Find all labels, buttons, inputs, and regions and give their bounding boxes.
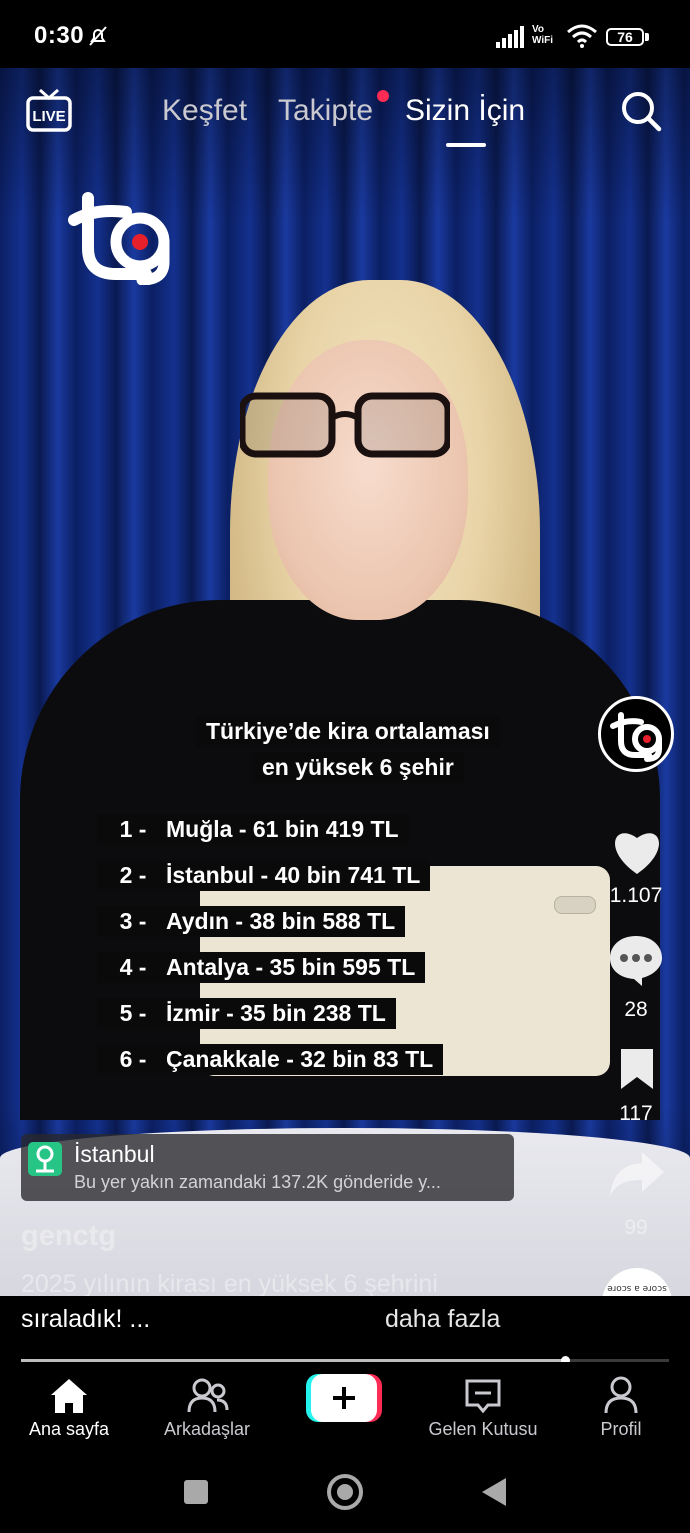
inbox-icon[interactable] — [464, 1378, 502, 1414]
wifi-icon — [567, 24, 597, 48]
nav-inbox-label[interactable]: Gelen Kutusu — [413, 1419, 553, 1440]
tab-explore[interactable]: Keşfet — [162, 94, 247, 128]
rank-entry: İzmir - 35 bin 238 TL — [156, 998, 396, 1029]
friends-icon[interactable] — [187, 1378, 229, 1414]
following-notification-dot — [377, 90, 389, 102]
comment-count: 28 — [624, 998, 648, 1021]
creator-username[interactable]: genctg — [21, 1220, 116, 1253]
presenter-glasses — [240, 392, 450, 458]
heart-icon[interactable] — [610, 826, 664, 876]
comment-icon[interactable] — [608, 934, 664, 986]
presenter-face — [268, 340, 468, 620]
recents-button[interactable] — [184, 1480, 208, 1504]
location-title: İstanbul — [74, 1141, 155, 1167]
creator-avatar[interactable] — [598, 696, 674, 772]
share-icon[interactable] — [608, 1150, 666, 1198]
vowifi-label: Vo WiFi — [532, 24, 554, 46]
bell-muted-icon — [89, 26, 107, 46]
status-time: 0:30 — [34, 22, 85, 49]
tg-logo-watermark — [68, 192, 170, 285]
location-pin-icon — [28, 1142, 62, 1176]
back-button[interactable] — [482, 1478, 506, 1506]
show-more-link[interactable]: daha fazla — [385, 1305, 500, 1334]
caption-line2: sıraladık! ... — [21, 1305, 151, 1333]
tablet-camera — [554, 896, 596, 914]
overlay-title-line1: Türkiye’de kira ortalaması — [196, 716, 500, 747]
rank-entry: Çanakkale - 32 bin 83 TL — [156, 1044, 444, 1075]
home-system-button-dot — [337, 1484, 353, 1500]
location-subtitle: Bu yer yakın zamandaki 137.2K gönderide … — [74, 1172, 441, 1192]
caption-line1: 2025 yılının kirası en yüksek 6 şehrini — [21, 1270, 438, 1298]
svg-text:score a score: score a score — [607, 1283, 667, 1293]
overlay-title-line2: en yüksek 6 şehir — [252, 752, 464, 783]
bookmark-icon[interactable] — [618, 1046, 656, 1092]
home-icon[interactable] — [49, 1377, 89, 1415]
nav-home-label[interactable]: Ana sayfa — [0, 1419, 139, 1440]
bookmark-count: 117 — [619, 1102, 653, 1125]
battery-tip — [645, 33, 649, 41]
rank-entry: İstanbul - 40 bin 741 TL — [156, 860, 431, 891]
svg-text:LIVE: LIVE — [32, 108, 65, 125]
active-tab-indicator — [446, 143, 486, 147]
live-icon[interactable]: LIVE — [26, 88, 72, 132]
search-icon[interactable] — [620, 90, 662, 132]
tg-logo-icon — [610, 712, 662, 762]
share-count: 99 — [624, 1216, 648, 1239]
tab-for-you[interactable]: Sizin İçin — [405, 94, 525, 128]
nav-profile-label[interactable]: Profil — [551, 1419, 690, 1440]
nav-friends-label[interactable]: Arkadaşlar — [137, 1419, 277, 1440]
rank-entry: Antalya - 35 bin 595 TL — [156, 952, 426, 983]
rank-entry: Aydın - 38 bin 588 TL — [156, 906, 406, 937]
rank-entry: Muğla - 61 bin 419 TL — [156, 814, 409, 845]
like-count: 1.107 — [609, 884, 663, 907]
profile-icon[interactable] — [603, 1376, 639, 1414]
tab-following[interactable]: Takipte — [278, 94, 373, 128]
create-button[interactable] — [306, 1374, 382, 1422]
battery-indicator: 76 — [606, 28, 644, 46]
signal-icon — [496, 26, 524, 48]
